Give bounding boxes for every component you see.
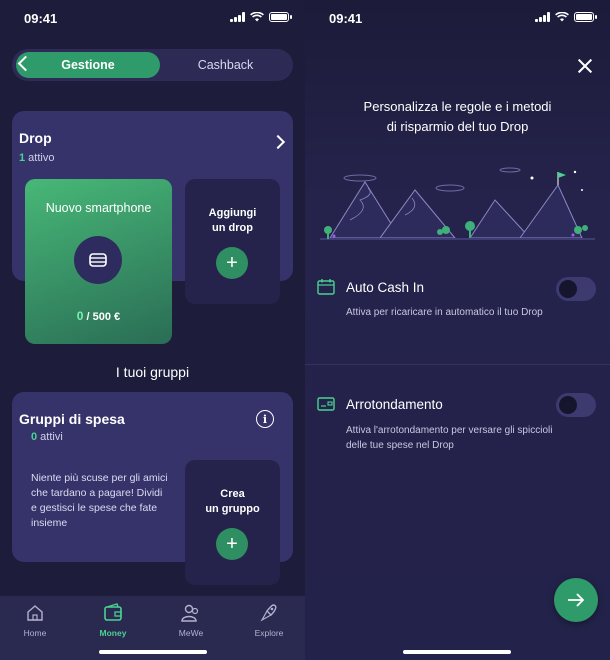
plus-icon: + [216, 247, 248, 279]
plus-icon: + [216, 528, 248, 560]
auto-cash-in-toggle[interactable] [556, 277, 596, 301]
home-indicator [403, 650, 511, 654]
tab-explore[interactable]: Explore [234, 602, 304, 638]
people-icon [156, 602, 226, 624]
wifi-icon [555, 12, 569, 22]
status-time: 09:41 [329, 11, 363, 26]
next-button[interactable] [554, 578, 598, 622]
auto-cash-in-desc: Attiva per ricaricare in automatico il t… [346, 307, 543, 318]
rounding-toggle[interactable] [556, 393, 596, 417]
signal-icon [230, 12, 245, 22]
drop-progress: 0 / 500 € [76, 309, 121, 323]
groups-description: Niente più scuse per gli amici che tarda… [31, 472, 168, 529]
home-icon [0, 602, 70, 624]
create-group-button[interactable]: Crea un gruppo + [185, 460, 280, 585]
tab-gestione[interactable]: Gestione [16, 52, 160, 78]
rounding-desc: Attiva l'arrotondamento per versare gli … [346, 425, 553, 451]
tab-money[interactable]: Money [78, 602, 148, 638]
wifi-icon [250, 12, 264, 22]
arrow-right-icon [568, 593, 585, 607]
status-bar: 09:41 [305, 0, 610, 38]
close-icon[interactable] [578, 59, 592, 73]
wallet-icon [78, 602, 148, 624]
status-time: 09:41 [24, 11, 58, 26]
money-screen: 09:41 Gestione Cashback Drop 1 attivo Nu… [0, 0, 305, 660]
auto-cash-in-title: Auto Cash In [346, 280, 425, 295]
drop-item-name: Nuovo smartphone [45, 201, 152, 215]
rocket-icon [234, 602, 304, 624]
rounding-title: Arrotondamento [346, 397, 443, 412]
wallet-card-icon [317, 397, 335, 411]
status-bar: 09:41 [0, 0, 305, 38]
add-drop-button[interactable]: Aggiungi un drop + [185, 179, 280, 304]
tab-cashback[interactable]: Cashback [162, 52, 289, 78]
groups-card-title: Gruppi di spesa [19, 411, 125, 427]
smartphone-icon [74, 236, 122, 284]
info-icon[interactable]: i [256, 410, 274, 428]
settings-heading: Personalizza le regole e i metodi di risp… [363, 99, 552, 134]
signal-icon [535, 12, 550, 22]
battery-icon [269, 12, 292, 22]
drop-card-title: Drop [19, 130, 52, 146]
divider [305, 364, 610, 365]
mountains-illustration [320, 167, 595, 240]
drop-active-count: 1 attivo [19, 152, 55, 164]
calendar-icon [317, 279, 335, 295]
drop-item-card[interactable]: Nuovo smartphone 0 / 500 € [25, 179, 172, 344]
groups-heading: I tuoi gruppi [115, 364, 190, 380]
home-indicator [99, 650, 207, 654]
tab-mewe[interactable]: MeWe [156, 602, 226, 638]
segment-control: Gestione Cashback [12, 49, 293, 81]
tab-home[interactable]: Home [0, 602, 70, 638]
groups-active-count: 0 attivi [31, 431, 63, 443]
battery-icon [574, 12, 597, 22]
